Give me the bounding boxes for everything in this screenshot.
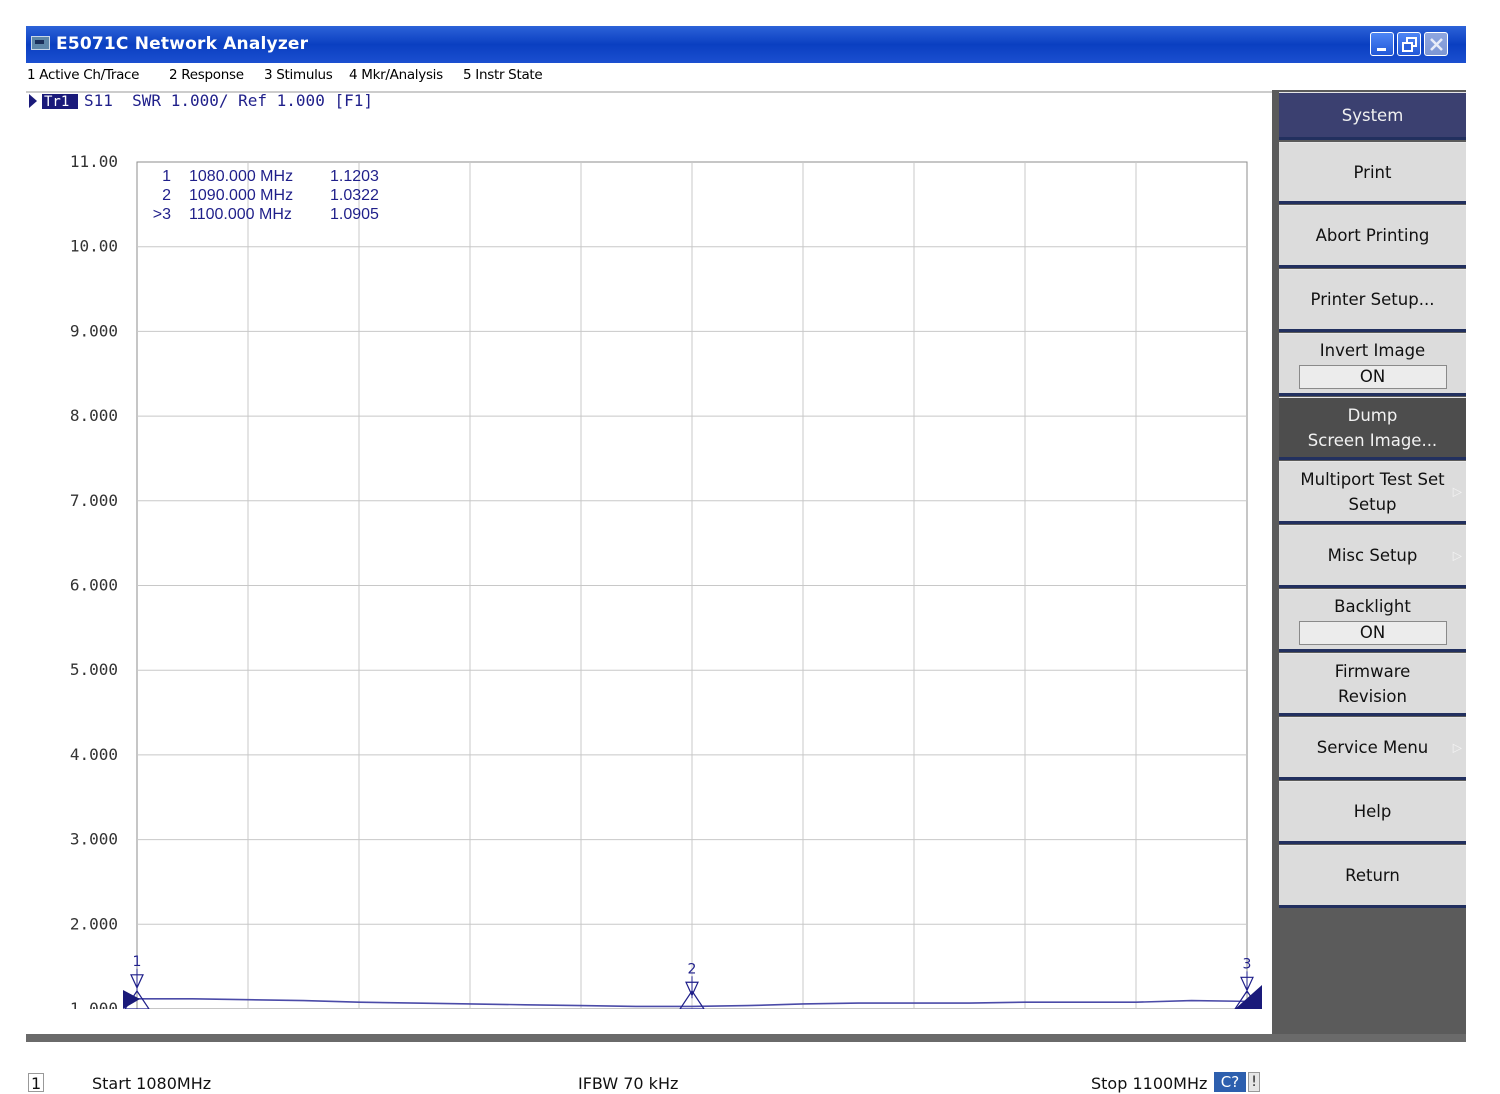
ref-level-corner-icon[interactable] [1235,985,1262,1009]
menu-stimulus[interactable]: 3 Stimulus [264,67,333,83]
marker-table-frequency: 1090.000 MHz [189,187,293,204]
softkey-state: ON [1298,365,1447,389]
trace-tag[interactable]: Tr1 [44,94,69,110]
marker-table-value: 1.1203 [330,168,379,185]
marker-table-id: 1 [162,168,171,185]
maximize-button[interactable] [1397,32,1421,56]
minimize-icon [1377,48,1386,51]
marker-label: 1 [133,954,142,970]
menu-bar: 1 Active Ch/Trace 2 Response 3 Stimulus … [26,63,1466,88]
marker-table-frequency: 1100.000 MHz [189,206,292,223]
submenu-arrow-icon: ▷ [1452,740,1462,754]
softkey-dump-screen-image[interactable]: Dump Screen Image... [1279,397,1466,460]
submenu-arrow-icon: ▷ [1452,548,1462,562]
softkey-label: Invert Image [1319,341,1426,360]
softkey-system[interactable]: System [1279,92,1466,140]
marker-table-id: >3 [153,206,171,223]
menu-active-ch-trace[interactable]: 1 Active Ch/Trace [27,67,139,83]
marker-table-value: 1.0322 [330,187,379,204]
close-button[interactable] [1424,32,1448,56]
softkey-label: System [1341,105,1404,125]
marker-label: 2 [688,961,697,977]
softkey-label: Help [1353,802,1392,821]
status-bar: 1 Start 1080MHz IFBW 70 kHz Stop 1100MHz… [26,1071,1266,1094]
calibration-badge: C? [1214,1072,1246,1092]
marker-table-value: 1.0905 [330,206,379,223]
y-tick-label: 3.000 [70,830,118,849]
softkey-backlight[interactable]: Backlight ON [1279,589,1466,652]
softkey-panel: System Print Abort Printing Printer Setu… [1272,90,1466,1042]
softkey-label: Return [1345,866,1400,885]
y-tick-label: 8.000 [70,406,118,425]
submenu-arrow-icon: ▷ [1452,484,1462,498]
softkey-return[interactable]: Return [1279,845,1466,908]
chart[interactable]: Tr1 S11 SWR 1.000/ Ref 1.000 [F1] 1.000 2… [26,88,1272,1009]
ifbw[interactable]: IFBW 70 kHz [578,1074,678,1093]
warning-flag: ! [1248,1072,1260,1092]
title-bar: E5071C Network Analyzer [26,26,1466,63]
channel-number: 1 [31,1074,42,1093]
menu-mkr-analysis[interactable]: 4 Mkr/Analysis [349,67,443,83]
softkey-invert-image[interactable]: Invert Image ON [1279,333,1466,396]
close-icon [1430,38,1443,51]
y-tick-label: 7.000 [70,491,118,510]
softkey-label: Backlight [1334,597,1411,616]
active-trace-arrow-icon [29,94,37,108]
y-tick-label: 10.00 [70,237,118,256]
softkey-label-line2: Revision [1338,686,1407,706]
analyzer-window: E5071C Network Analyzer 1 Active Ch/Trac… [26,26,1466,1094]
softkey-printer-setup[interactable]: Printer Setup... [1279,269,1466,332]
softkey-label: Abort Printing [1315,226,1430,245]
softkey-label: Dump [1347,405,1398,425]
bottom-strip [26,1034,1466,1042]
softkey-service-menu[interactable]: Service Menu ▷ [1279,717,1466,780]
softkey-label: Printer Setup... [1310,290,1435,309]
y-tick-label: 1.000 [70,999,118,1009]
restore-icon [1402,37,1417,52]
softkey-label: Print [1353,162,1392,182]
y-tick-label: 4.000 [70,745,118,764]
softkey-help[interactable]: Help [1279,781,1466,844]
minimize-button[interactable] [1370,32,1394,56]
softkey-firmware-revision[interactable]: Firmware Revision [1279,653,1466,716]
menu-instr-state[interactable]: 5 Instr State [463,67,543,83]
marker-table-frequency: 1080.000 MHz [189,168,293,185]
softkey-multiport-test-set-setup[interactable]: Multiport Test Set Setup ▷ [1279,461,1466,524]
softkey-label-line2: Screen Image... [1307,430,1438,450]
app-icon [31,36,50,50]
marker-table: 1 1080.000 MHz 1.1203 2 1090.000 MHz 1.0322 >3… [153,168,379,223]
softkey-state: ON [1298,621,1447,645]
softkey-label: Multiport Test Set [1300,469,1445,489]
softkey-label: Service Menu [1316,738,1429,757]
y-tick-label: 9.000 [70,321,118,340]
y-tick-label: 2.000 [70,914,118,933]
grid [136,161,1248,1009]
softkey-label-line2: Setup [1348,494,1397,514]
measurement-area: Tr1 S11 SWR 1.000/ Ref 1.000 [F1] 1.000 2… [26,88,1272,1094]
menu-response[interactable]: 2 Response [169,67,244,83]
marker-label: 3 [1243,956,1252,972]
window-title: E5071C Network Analyzer [56,34,309,54]
softkey-abort-printing[interactable]: Abort Printing [1279,205,1466,268]
softkey-label: Misc Setup [1327,546,1418,565]
y-tick-label: 6.000 [70,576,118,595]
softkey-print[interactable]: Print [1279,142,1466,204]
softkey-misc-setup[interactable]: Misc Setup ▷ [1279,525,1466,588]
stop-frequency[interactable]: Stop 1100MHz [1091,1074,1207,1093]
softkey-label: Firmware [1334,661,1411,681]
start-frequency[interactable]: Start 1080MHz [92,1074,211,1093]
marker-table-id: 2 [162,187,171,204]
y-tick-labels: 1.000 2.000 3.000 4.000 5.000 6.000 7.000 8.000… [70,152,118,1009]
y-tick-label: 5.000 [70,660,118,679]
y-tick-label: 11.00 [70,152,118,171]
trace-header: S11 SWR 1.000/ Ref 1.000 [F1] [84,91,373,110]
